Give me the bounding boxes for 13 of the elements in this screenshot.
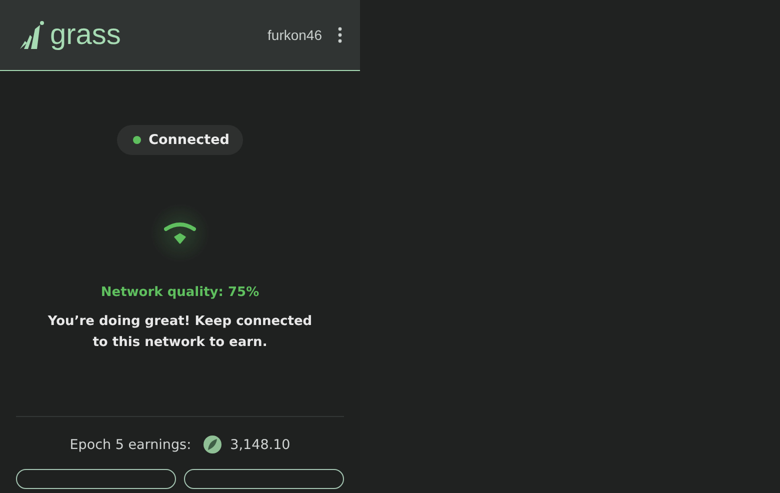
action-button[interactable]: [16, 469, 176, 489]
wifi-icon: [164, 222, 196, 244]
leaf-coin-icon: [203, 435, 222, 454]
status-message: You’re doing great! Keep connected to this network to earn.: [46, 312, 314, 352]
status-badge: Connected: [116, 125, 244, 156]
action-button[interactable]: [184, 469, 344, 489]
network-quality: Network quality: 75%: [100, 284, 260, 302]
username[interactable]: furkon46: [268, 24, 322, 46]
earnings-label: Epoch 5 earnings:: [70, 436, 192, 455]
logo-icon: [18, 19, 46, 51]
logo-text: grass: [50, 20, 121, 50]
more-icon[interactable]: [338, 27, 342, 43]
earnings-amount: 3,148.10: [230, 436, 290, 455]
